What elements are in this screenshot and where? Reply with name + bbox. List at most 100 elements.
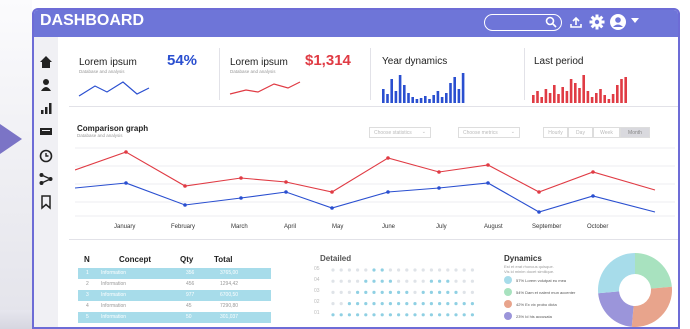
red-series-point: [591, 170, 595, 174]
detailed-ylabel: 01: [314, 310, 320, 316]
matrix-dot: [429, 313, 433, 317]
avatar[interactable]: [610, 14, 626, 30]
matrix-dot: [413, 290, 417, 294]
card-value: $1,314: [305, 52, 351, 69]
matrix-dot: [421, 290, 425, 294]
matrix-dot: [388, 279, 392, 283]
chevron-down-icon: ⌄: [421, 129, 426, 135]
period-week[interactable]: Week: [593, 127, 620, 138]
divider: [69, 239, 678, 240]
cell-n: 2: [86, 281, 89, 287]
card-sub: Database and analysis: [79, 69, 125, 74]
donut-segment: [635, 253, 672, 289]
sidebar: [34, 37, 58, 327]
period-bar: [548, 93, 552, 103]
message-icon[interactable]: [38, 124, 54, 140]
blue-series-point: [386, 190, 390, 194]
clock-icon[interactable]: [38, 148, 54, 164]
matrix-dot: [397, 313, 401, 317]
header-bar: DASHBOARD: [34, 10, 678, 37]
blue-series-point: [124, 181, 128, 185]
matrix-dot: [462, 279, 466, 283]
detailed-dot-matrix: [331, 268, 474, 317]
column-header-qty: Qty: [180, 255, 194, 264]
period-bar: [620, 79, 623, 103]
matrix-dot: [388, 290, 392, 294]
matrix-dot: [462, 313, 466, 317]
matrix-dot: [421, 302, 425, 306]
period-bar: [561, 87, 564, 103]
detailed-ylabel: 02: [314, 299, 320, 305]
matrix-dot: [347, 313, 351, 317]
divider: [69, 106, 678, 107]
home-icon[interactable]: [38, 54, 54, 70]
red-series-point: [124, 150, 128, 154]
bookmark-icon[interactable]: [38, 194, 54, 210]
table-row[interactable]: 4 Information 45 7290,80: [78, 301, 271, 312]
month-label: September: [532, 224, 562, 230]
gear-icon[interactable]: [589, 14, 605, 30]
comparison-sub: Database and analysis: [77, 133, 123, 138]
matrix-dot: [446, 302, 450, 306]
statistics-dropdown[interactable]: Choose statistics ⌄: [369, 127, 431, 138]
matrix-dot: [388, 313, 392, 317]
matrix-dot: [421, 268, 425, 272]
year-dynamics-bars: [382, 73, 465, 103]
red-series-point: [239, 176, 243, 180]
year-bar: [436, 91, 440, 103]
legend-dot: [504, 312, 512, 320]
matrix-dot: [356, 279, 360, 283]
matrix-dot: [356, 302, 360, 306]
matrix-dot: [372, 279, 376, 283]
matrix-dot: [413, 279, 417, 283]
bar-chart-icon[interactable]: [38, 100, 54, 116]
red-series-point: [330, 190, 334, 194]
card-label: Year dynamics: [382, 56, 448, 67]
upload-icon[interactable]: [569, 15, 583, 29]
year-bar: [432, 95, 435, 103]
matrix-dot: [470, 290, 474, 294]
period-day[interactable]: Day: [568, 127, 593, 138]
red-series-point: [437, 170, 441, 174]
user-icon[interactable]: [38, 77, 54, 93]
dynamics-title: Dynamics: [504, 254, 542, 263]
matrix-dot: [380, 290, 384, 294]
legend-dot: [504, 288, 512, 296]
matrix-dot: [446, 290, 450, 294]
chevron-down-icon[interactable]: [631, 18, 639, 24]
donut-segment: [598, 291, 634, 327]
share-icon[interactable]: [38, 171, 54, 187]
matrix-dot: [429, 302, 433, 306]
matrix-dot: [331, 302, 335, 306]
matrix-dot: [364, 268, 368, 272]
chevron-down-icon: ⌄: [510, 129, 515, 135]
divider: [370, 48, 371, 100]
matrix-dot: [446, 313, 450, 317]
table-row[interactable]: 2 Information 456 1294,42: [78, 279, 271, 290]
year-bar: [394, 91, 398, 103]
year-bar: [407, 93, 410, 103]
matrix-dot: [347, 290, 351, 294]
matrix-dot: [429, 279, 433, 283]
matrix-dot: [339, 290, 343, 294]
matrix-dot: [339, 302, 343, 306]
table-row[interactable]: 3 Information 977 6700,50: [78, 290, 271, 301]
matrix-dot: [454, 268, 458, 272]
matrix-dot: [462, 268, 466, 272]
table-row[interactable]: 5 Information 50 301,037: [78, 312, 271, 323]
period-month[interactable]: Month: [620, 127, 650, 138]
table-row[interactable]: 1 Information 356 3765,00: [78, 268, 271, 279]
search-icon[interactable]: [545, 16, 557, 28]
period-bar: [603, 95, 606, 103]
month-label: October: [587, 224, 609, 230]
year-bar: [403, 85, 406, 103]
period-bar: [578, 88, 581, 103]
month-label: August: [484, 224, 503, 230]
matrix-dot: [356, 313, 360, 317]
period-hourly[interactable]: Hourly: [543, 127, 568, 138]
column-header-total: Total: [214, 255, 233, 264]
metrics-dropdown[interactable]: Choose metrics ⌄: [458, 127, 520, 138]
matrix-dot: [364, 279, 368, 283]
month-label: May: [332, 224, 344, 230]
donut-segment: [598, 253, 635, 294]
